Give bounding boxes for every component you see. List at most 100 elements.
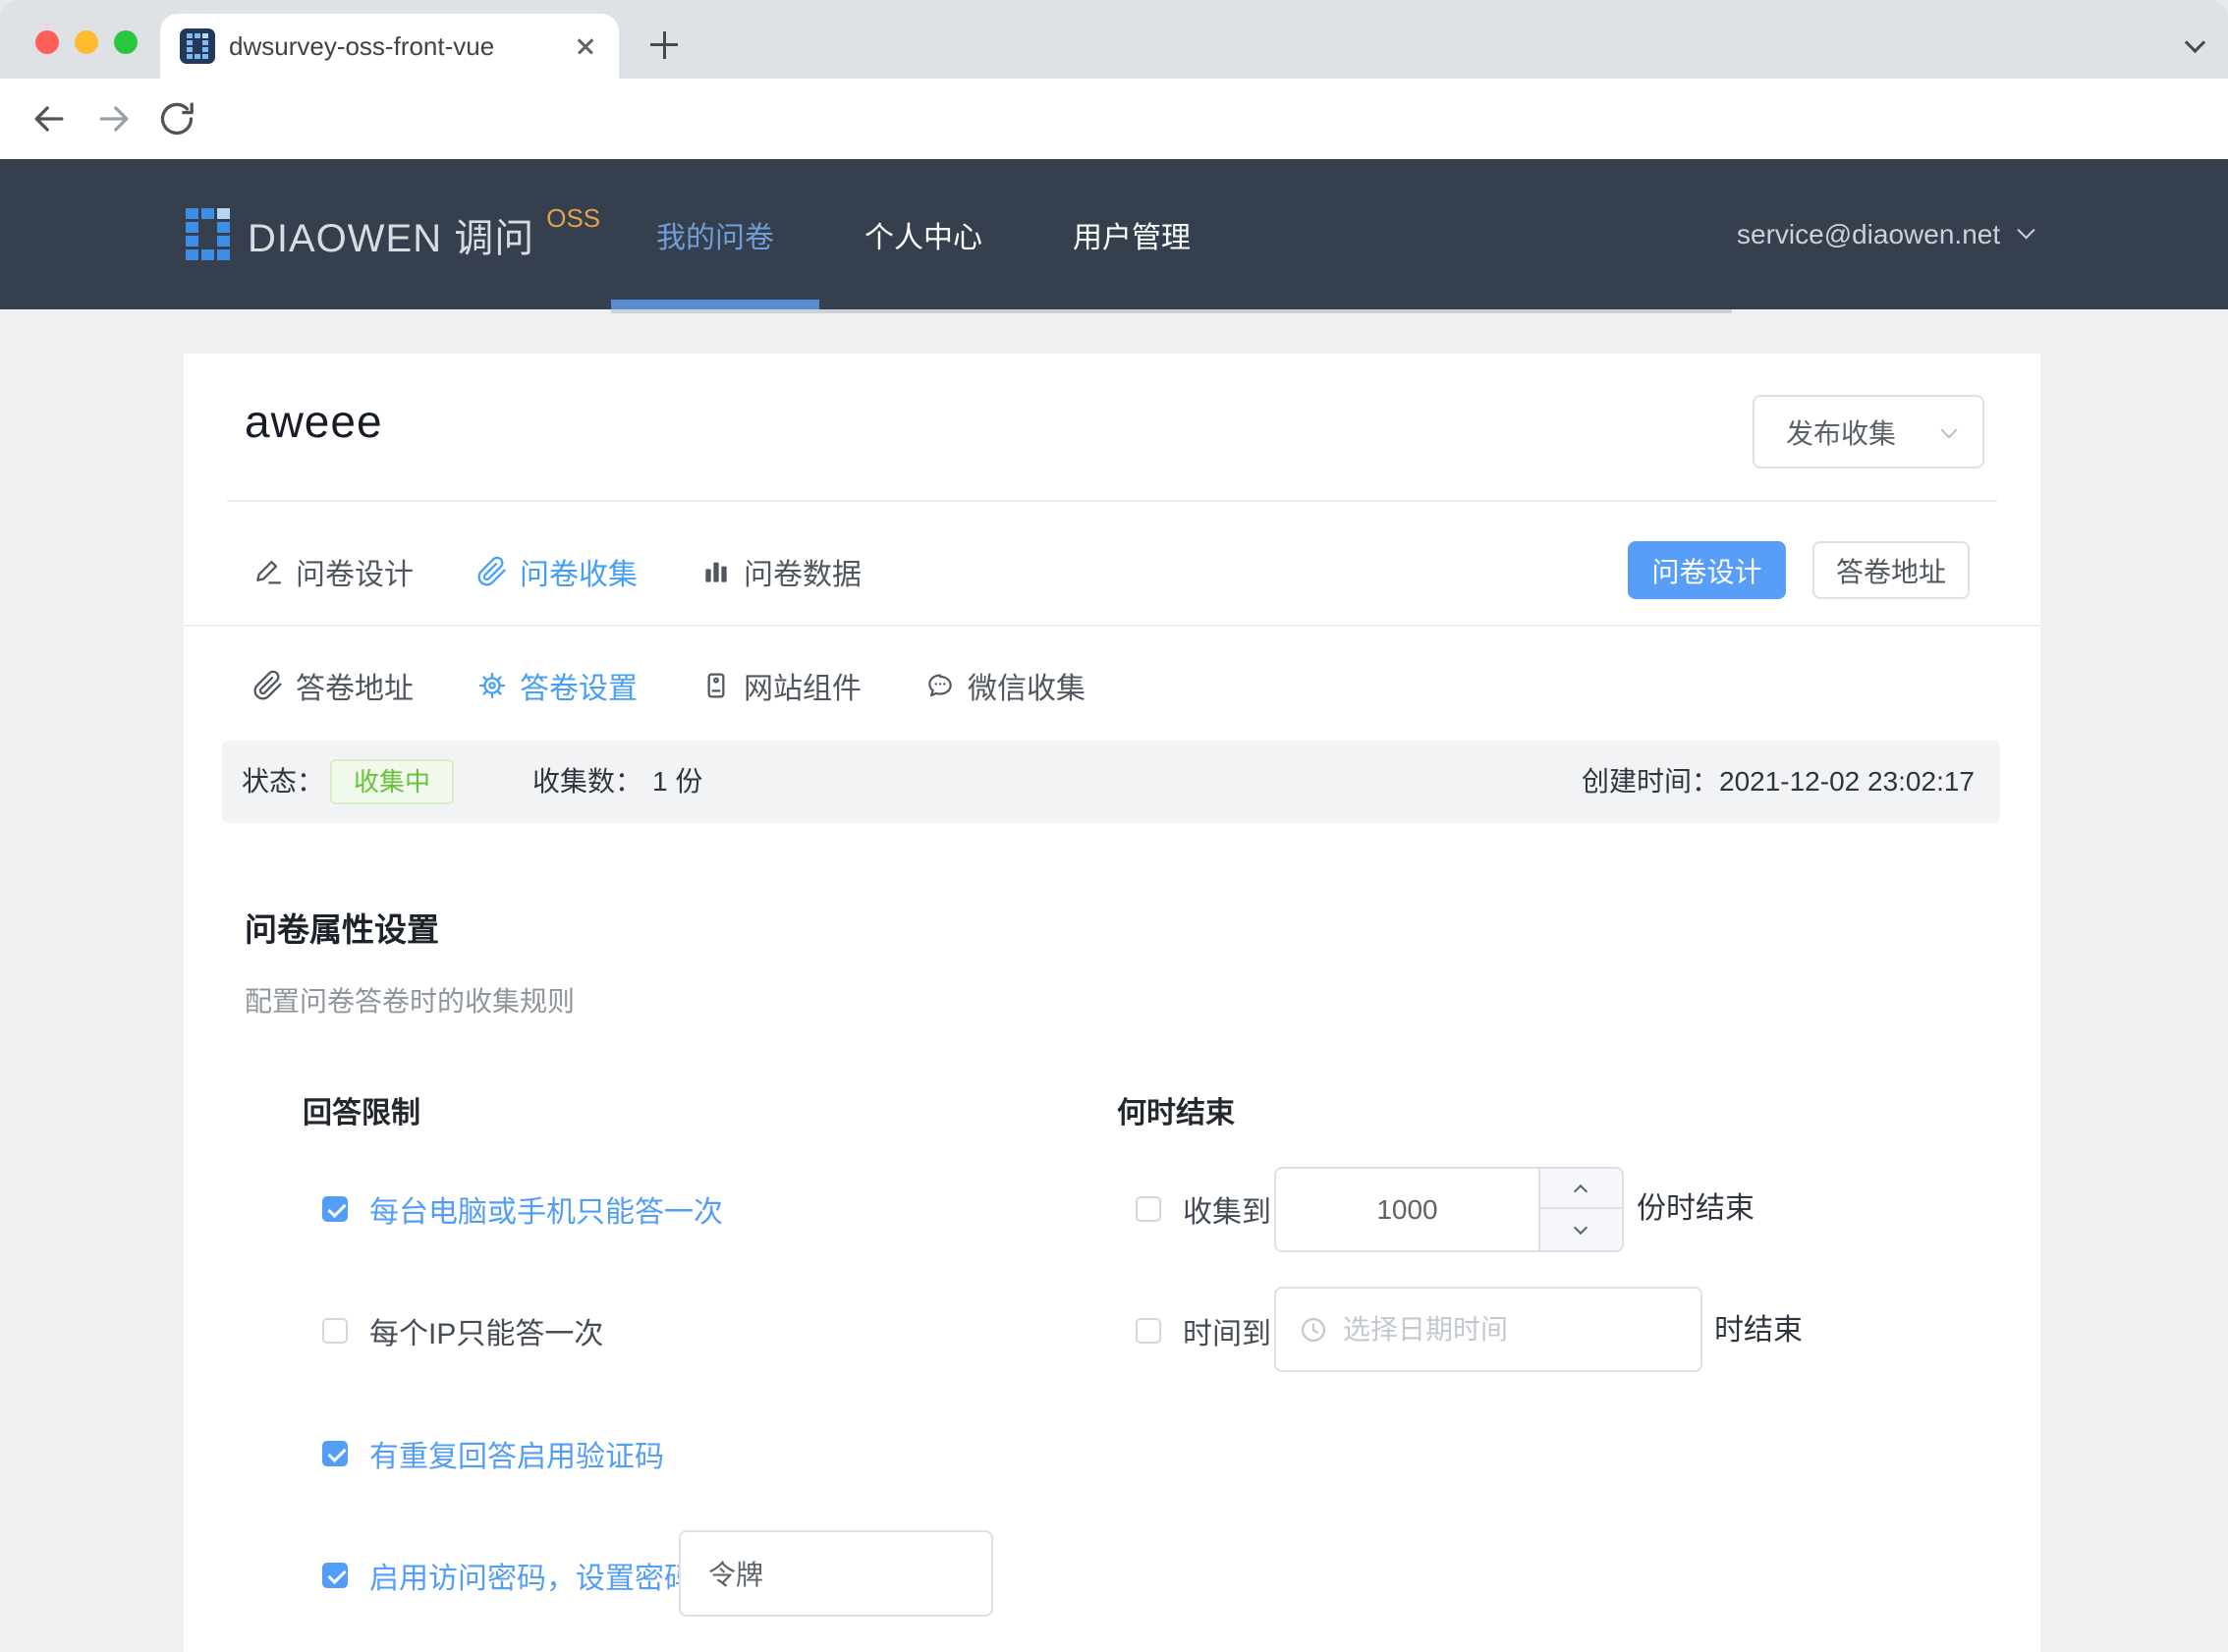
menu-baseline xyxy=(611,309,1732,313)
option-row-ip-once: 每个IP只能答一次 xyxy=(322,1309,603,1352)
collect-count-label: 收集数： xyxy=(532,766,642,797)
subtab-wechat-collect[interactable]: 微信收集 xyxy=(924,664,1086,707)
tab-survey-design[interactable]: 问卷设计 xyxy=(252,550,414,593)
wechat-icon xyxy=(924,670,956,701)
collect-subtabs: 答卷地址 答卷设置 网站组件 微信收集 xyxy=(252,656,1086,715)
paperclip-icon xyxy=(252,670,284,701)
divider xyxy=(184,625,2040,627)
subtab-label: 答卷设置 xyxy=(520,664,638,707)
chevron-down-icon xyxy=(1941,422,1958,439)
time-rule-suffix: 时结束 xyxy=(1714,1309,1803,1352)
survey-tabs: 问卷设计 问卷收集 问卷数据 xyxy=(252,542,862,601)
publish-collect-select[interactable]: 发布收集 xyxy=(1753,395,1984,468)
subtab-label: 答卷地址 xyxy=(296,664,414,707)
answer-limit-heading: 回答限制 xyxy=(303,1088,420,1131)
option-row-captcha: 有重复回答启用验证码 xyxy=(322,1432,664,1475)
divider xyxy=(227,500,1997,502)
datetime-input[interactable] xyxy=(1343,1289,1700,1370)
checkbox-ip-once[interactable] xyxy=(322,1318,348,1344)
tab-strip-chevron-down-icon[interactable] xyxy=(2185,32,2205,53)
bar-chart-icon xyxy=(700,556,732,587)
browser-toolbar: localhost:8083/#/dw/survey/c/attr/c98fa1… xyxy=(0,79,2228,159)
menu-item-profile[interactable]: 个人中心 xyxy=(819,159,1028,309)
menu-item-user-admin[interactable]: 用户管理 xyxy=(1028,159,1236,309)
active-menu-underline xyxy=(611,300,819,309)
back-icon[interactable] xyxy=(28,97,71,140)
tab-title: dwsurvey-oss-front-vue xyxy=(229,31,558,62)
browser-titlebar: dwsurvey-oss-front-vue xyxy=(0,0,2228,79)
chevron-down-icon xyxy=(2017,221,2034,239)
tab-survey-data[interactable]: 问卷数据 xyxy=(700,550,862,593)
tab-survey-collect[interactable]: 问卷收集 xyxy=(476,550,638,593)
menu-item-my-surveys[interactable]: 我的问卷 xyxy=(611,159,819,309)
option-label-captcha[interactable]: 有重复回答启用验证码 xyxy=(369,1432,664,1475)
status-bar: 状态： 收集中 收集数：1 份 创建时间：2021-12-02 23:02:17 xyxy=(222,741,2000,823)
favicon-icon xyxy=(180,28,215,64)
subtab-answer-settings[interactable]: 答卷设置 xyxy=(476,664,638,707)
checkbox-captcha[interactable] xyxy=(322,1441,348,1466)
quantity-input[interactable] xyxy=(1276,1169,1538,1250)
quantity-stepper xyxy=(1274,1167,1624,1252)
subtab-label: 网站组件 xyxy=(744,664,862,707)
publish-collect-value: 发布收集 xyxy=(1755,413,1896,452)
diaowen-logo-icon xyxy=(186,208,230,260)
created-time-value: 2021-12-02 23:02:17 xyxy=(1719,766,1975,797)
rule-row-quantity: 收集到 xyxy=(1136,1187,1271,1231)
checkbox-quantity-rule[interactable] xyxy=(1136,1196,1161,1222)
clock-icon xyxy=(1298,1314,1329,1346)
app-navbar: DIAOWEN 调问 OSS 我的问卷 个人中心 用户管理 service@di… xyxy=(0,159,2228,309)
password-input[interactable] xyxy=(681,1532,991,1615)
user-email: service@diaowen.net xyxy=(1737,219,2000,250)
survey-title: aweee xyxy=(245,395,383,448)
browser-tab[interactable]: dwsurvey-oss-front-vue xyxy=(160,14,619,79)
survey-card: aweee 发布收集 问卷设计 问卷收集 问卷数据 问卷设计 答卷地址 xyxy=(184,354,2040,1652)
subtab-answer-url[interactable]: 答卷地址 xyxy=(252,664,414,707)
gear-icon xyxy=(476,670,508,701)
password-input-box xyxy=(679,1530,993,1617)
tab-label: 问卷数据 xyxy=(744,550,862,593)
option-label-device-once[interactable]: 每台电脑或手机只能答一次 xyxy=(369,1187,723,1231)
stepper-decrease-icon[interactable] xyxy=(1540,1211,1622,1251)
rule-label-quantity[interactable]: 收集到 xyxy=(1183,1187,1271,1231)
tab-label: 问卷收集 xyxy=(520,550,638,593)
subtab-site-widget[interactable]: 网站组件 xyxy=(700,664,862,707)
stepper-controls xyxy=(1538,1169,1622,1250)
answer-url-button[interactable]: 答卷地址 xyxy=(1812,541,1970,599)
quantity-rule-suffix: 份时结束 xyxy=(1637,1187,1755,1231)
rule-row-time: 时间到 xyxy=(1136,1309,1271,1352)
subtab-label: 微信收集 xyxy=(968,664,1086,707)
traffic-light-close[interactable] xyxy=(35,30,59,54)
paperclip-icon xyxy=(476,556,508,587)
reload-icon[interactable] xyxy=(155,97,198,140)
tab-close-icon[interactable] xyxy=(572,32,599,60)
brand: DIAOWEN 调问 OSS xyxy=(248,159,600,309)
user-dropdown[interactable]: service@diaowen.net xyxy=(1737,159,2033,309)
traffic-light-minimize[interactable] xyxy=(75,30,98,54)
pencil-icon xyxy=(252,556,284,587)
widget-icon xyxy=(700,670,732,701)
option-label-password[interactable]: 启用访问密码，设置密码 xyxy=(369,1554,694,1597)
stepper-increase-icon[interactable] xyxy=(1540,1169,1622,1209)
checkbox-device-once[interactable] xyxy=(322,1196,348,1222)
checkbox-time-rule[interactable] xyxy=(1136,1318,1161,1344)
new-tab-icon[interactable] xyxy=(644,26,684,65)
brand-badge: OSS xyxy=(546,203,600,234)
rule-label-time[interactable]: 时间到 xyxy=(1183,1309,1271,1352)
status-label: 状态： xyxy=(242,741,324,823)
traffic-light-zoom[interactable] xyxy=(114,30,138,54)
created-time-label: 创建时间： xyxy=(1582,766,1719,797)
option-label-ip-once[interactable]: 每个IP只能答一次 xyxy=(369,1309,603,1352)
main-menu: 我的问卷 个人中心 用户管理 xyxy=(611,159,1236,309)
forward-icon[interactable] xyxy=(92,97,136,140)
settings-heading: 问卷属性设置 xyxy=(245,904,439,951)
checkbox-password[interactable] xyxy=(322,1563,348,1588)
collect-count-value: 1 份 xyxy=(652,766,702,797)
survey-design-button[interactable]: 问卷设计 xyxy=(1628,541,1786,599)
option-row-password: 启用访问密码，设置密码 xyxy=(322,1554,694,1597)
created-time: 创建时间：2021-12-02 23:02:17 xyxy=(1582,741,1975,823)
collect-count: 收集数： 1 份 xyxy=(532,741,702,823)
datetime-picker[interactable] xyxy=(1274,1287,1702,1372)
end-rules-heading: 何时结束 xyxy=(1117,1088,1235,1131)
brand-name: DIAOWEN 调问 xyxy=(248,206,534,263)
option-row-device-once: 每台电脑或手机只能答一次 xyxy=(322,1187,723,1231)
